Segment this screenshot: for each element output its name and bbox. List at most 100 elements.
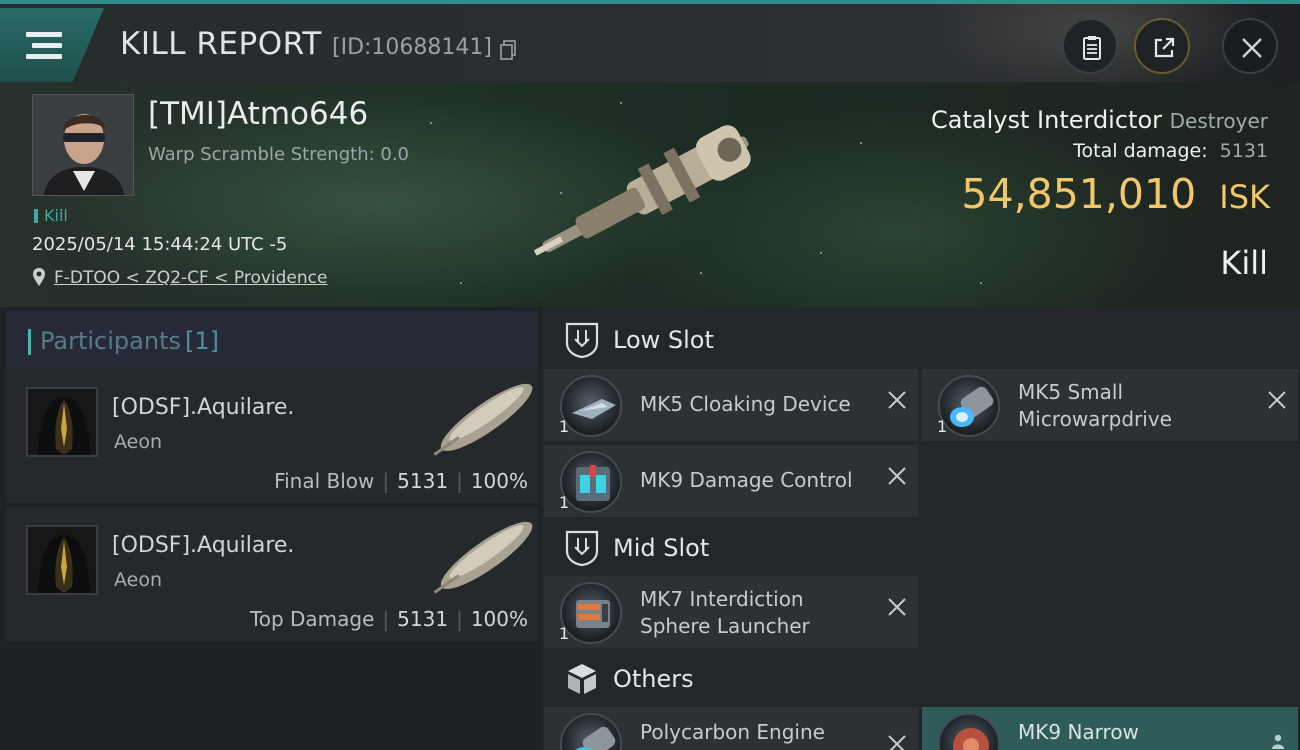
- isk-unit: ISK: [1219, 178, 1270, 216]
- participants-title: Participants: [40, 327, 181, 355]
- mid-slot-label: Mid Slot: [613, 534, 710, 562]
- module-name-line2: Sphere Launcher: [640, 614, 810, 638]
- ship-name-text: Catalyst Interdictor: [931, 106, 1162, 134]
- warp-scramble-strength: Warp Scramble Strength: 0.0: [148, 144, 410, 165]
- module-qty: 1: [559, 417, 570, 436]
- module-item-dropped[interactable]: MK9 Narrow: [922, 707, 1298, 750]
- participant-percent: 100%: [470, 469, 528, 493]
- participant-avatar[interactable]: [26, 525, 98, 595]
- report-result: Kill: [1220, 244, 1268, 282]
- others-label: Others: [613, 665, 694, 693]
- participant-ship: Aeon: [114, 431, 163, 453]
- kill-timestamp: 2025/05/14 15:44:24 UTC -5: [32, 234, 288, 255]
- mid-slot-header: Mid Slot: [548, 519, 1300, 577]
- module-qty: 1: [559, 493, 570, 512]
- module-name: MK7 Interdiction Sphere Launcher: [640, 586, 810, 640]
- total-damage-label: Total damage:: [1073, 140, 1208, 162]
- kill-tag: Kill: [34, 206, 68, 225]
- module-name: MK9 Narrow: [1018, 719, 1139, 746]
- module-name-line2: Microwarpdrive: [1018, 407, 1172, 431]
- module-name: MK9 Damage Control: [640, 467, 853, 494]
- module-name-line1: Polycarbon Engine: [640, 720, 825, 744]
- participant-name: [ODSF].Aquilare.: [112, 533, 295, 558]
- kill-location-link[interactable]: F-DTOO < ZQ2-CF < Providence: [54, 268, 327, 288]
- participants-panel: Participants [1] [ODSF].Aquilare. Aeon Fi…: [0, 307, 542, 750]
- module-name-line1: MK5 Small: [1018, 380, 1123, 404]
- module-name: MK5 Small Microwarpdrive: [1018, 379, 1172, 433]
- menu-icon: [26, 32, 62, 60]
- isk-value: 54,851,010 ISK: [961, 170, 1270, 218]
- low-slot-label: Low Slot: [613, 326, 714, 354]
- ship-class: Destroyer: [1169, 109, 1268, 133]
- polycarbon-engine-icon: [560, 713, 622, 750]
- participant-percent: 100%: [470, 607, 528, 631]
- participant-avatar[interactable]: [26, 387, 98, 457]
- close-button[interactable]: [1222, 18, 1278, 74]
- module-qty: 1: [937, 417, 948, 436]
- copy-icon[interactable]: [500, 40, 516, 60]
- module-qty: 1: [559, 624, 570, 643]
- participant-role: Top Damage: [249, 607, 375, 631]
- participant-ship-image: [433, 383, 533, 456]
- victim-name[interactable]: [TMI]Atmo646: [148, 96, 368, 132]
- cloaking-device-icon: [560, 375, 622, 437]
- participant-role: Final Blow: [274, 469, 375, 493]
- low-slot-icon: [565, 322, 599, 359]
- module-item[interactable]: 1 MK5 Cloaking Device: [544, 369, 918, 441]
- share-icon: [1154, 37, 1175, 58]
- destroyed-x-icon: [888, 467, 906, 485]
- victim-avatar[interactable]: [32, 94, 134, 196]
- module-name-line1: MK9 Narrow: [1018, 720, 1139, 744]
- participants-label: Participants [1]: [40, 327, 219, 355]
- microwarpdrive-icon: [938, 375, 1000, 437]
- total-damage: Total damage: 5131: [1073, 140, 1268, 162]
- page-title: KILL REPORT: [120, 26, 322, 62]
- others-header: Others: [548, 650, 1300, 708]
- participant-row[interactable]: [ODSF].Aquilare. Aeon Final Blow | 5131 | 10…: [6, 369, 538, 503]
- victim-banner: [TMI]Atmo646 Warp Scramble Strength: 0.0…: [0, 82, 1300, 307]
- participants-count: [1]: [184, 327, 219, 355]
- participant-ship: Aeon: [114, 569, 163, 591]
- close-icon: [1242, 38, 1262, 58]
- report-id: [ID:10688141]: [332, 35, 492, 60]
- top-bar: KILL REPORT [ID:10688141]: [0, 0, 1300, 82]
- victim-ship-image: [533, 125, 751, 256]
- participants-header[interactable]: Participants [1]: [6, 311, 538, 369]
- module-item[interactable]: Polycarbon Engine: [544, 707, 918, 750]
- module-item[interactable]: 1 MK5 Small Microwarpdrive: [922, 369, 1298, 441]
- destroyed-x-icon: [888, 598, 906, 616]
- participant-damage: 5131: [397, 469, 449, 493]
- mid-slot-icon: [565, 530, 599, 567]
- share-button[interactable]: [1134, 18, 1190, 74]
- damage-control-icon: [560, 451, 622, 513]
- module-name: MK5 Cloaking Device: [640, 391, 851, 418]
- participant-ship-image: [433, 521, 533, 594]
- location-pin-icon: [33, 268, 45, 286]
- interdiction-launcher-icon: [560, 582, 622, 644]
- participant-stats: Top Damage | 5131 | 100%: [249, 607, 528, 631]
- module-name-line1: MK7 Interdiction: [640, 587, 804, 611]
- clipboard-icon: [1083, 36, 1101, 60]
- module-name: Polycarbon Engine: [640, 719, 825, 746]
- cube-icon: [568, 664, 596, 694]
- module-name-line1: MK5 Cloaking Device: [640, 392, 851, 416]
- low-slot-header: Low Slot: [548, 311, 1300, 369]
- participant-name: [ODSF].Aquilare.: [112, 395, 295, 420]
- fittings-panel: Low Slot 1 MK5 Cloaking Device 1 MK5 Sma…: [542, 307, 1300, 750]
- clipboard-button[interactable]: [1062, 18, 1118, 74]
- participant-row[interactable]: [ODSF].Aquilare. Aeon Top Damage | 5131 | 10…: [6, 507, 538, 641]
- destroyed-x-icon: [888, 735, 906, 750]
- module-item[interactable]: 1 MK7 Interdiction Sphere Launcher: [544, 576, 918, 648]
- module-name-line1: MK9 Damage Control: [640, 468, 853, 492]
- menu-button[interactable]: [0, 8, 104, 82]
- total-damage-value: 5131: [1219, 140, 1268, 162]
- narrow-module-icon: [938, 713, 1000, 750]
- victim-ship-name[interactable]: Catalyst Interdictor Destroyer: [931, 106, 1268, 134]
- participant-damage: 5131: [397, 607, 449, 631]
- participant-stats: Final Blow | 5131 | 100%: [274, 469, 528, 493]
- person-icon: [1272, 734, 1284, 749]
- header-accent-bar: [28, 329, 31, 355]
- isk-amount: 54,851,010: [961, 170, 1197, 218]
- module-item[interactable]: 1 MK9 Damage Control: [544, 445, 918, 517]
- destroyed-x-icon: [1268, 391, 1286, 409]
